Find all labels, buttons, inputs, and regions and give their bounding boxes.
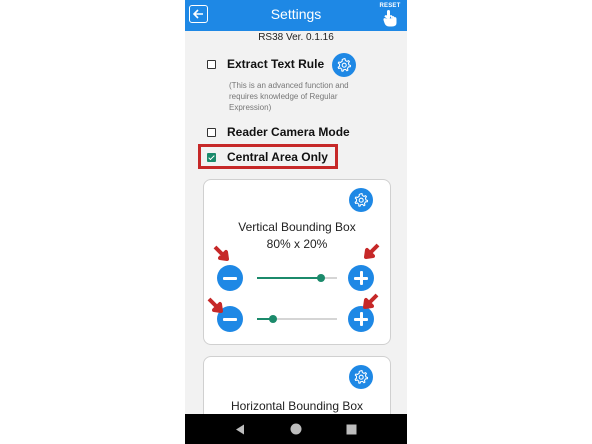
reader-camera-mode-checkbox[interactable] xyxy=(207,127,216,137)
annotation-arrow xyxy=(364,243,380,259)
minus-icon xyxy=(223,271,237,285)
extract-rule-settings-button[interactable] xyxy=(332,53,356,77)
triangle-back-icon xyxy=(236,424,244,434)
version-label: RS38 Ver. 0.1.16 xyxy=(258,32,334,43)
vertical-box-title: Vertical Bounding Box xyxy=(238,220,356,234)
nav-back-button[interactable] xyxy=(233,422,247,436)
phone-screen: Settings RESET RS38 Ver. 0.1.16 Extract … xyxy=(185,0,407,444)
hand-tap-icon xyxy=(383,10,397,27)
gear-icon xyxy=(354,193,369,207)
reset-button[interactable]: RESET xyxy=(378,3,402,29)
reader-camera-mode-label: Reader Camera Mode xyxy=(227,125,350,139)
central-area-only-label: Central Area Only xyxy=(227,150,328,164)
page-title: Settings xyxy=(270,6,322,22)
square-recents-icon xyxy=(346,424,356,434)
system-navigation-bar xyxy=(185,414,407,444)
extract-text-rule-checkbox[interactable] xyxy=(207,59,216,69)
top-app-bar: Settings RESET xyxy=(185,0,407,31)
horizontal-box-settings-button[interactable] xyxy=(349,365,373,389)
extract-rule-note: (This is an advanced function and requir… xyxy=(229,81,349,112)
vertical-width-increase-button[interactable] xyxy=(348,265,374,291)
vertical-width-slider[interactable] xyxy=(257,274,337,282)
plus-icon xyxy=(354,312,368,326)
extract-text-rule-option[interactable]: Extract Text Rule xyxy=(207,57,324,71)
central-area-only-checkbox[interactable] xyxy=(207,152,216,162)
nav-recents-button[interactable] xyxy=(344,422,358,436)
horizontal-box-title: Horizontal Bounding Box xyxy=(230,399,364,413)
gear-icon xyxy=(337,58,352,72)
slider-thumb[interactable] xyxy=(317,274,325,282)
annotation-arrow xyxy=(213,245,229,261)
vertical-height-slider[interactable] xyxy=(257,315,337,323)
slider-thumb[interactable] xyxy=(269,315,277,323)
reader-camera-mode-option[interactable]: Reader Camera Mode xyxy=(207,125,350,139)
annotation-arrow xyxy=(207,297,223,313)
central-area-only-option[interactable]: Central Area Only xyxy=(207,150,328,164)
gear-icon xyxy=(354,370,369,384)
extract-text-rule-label: Extract Text Rule xyxy=(227,57,325,71)
slider-fill xyxy=(257,277,321,279)
vertical-width-decrease-button[interactable] xyxy=(217,265,243,291)
vertical-box-settings-button[interactable] xyxy=(349,188,373,212)
annotation-arrow xyxy=(363,293,379,309)
plus-icon xyxy=(354,271,368,285)
circle-home-icon xyxy=(290,423,302,435)
nav-home-button[interactable] xyxy=(289,422,303,436)
